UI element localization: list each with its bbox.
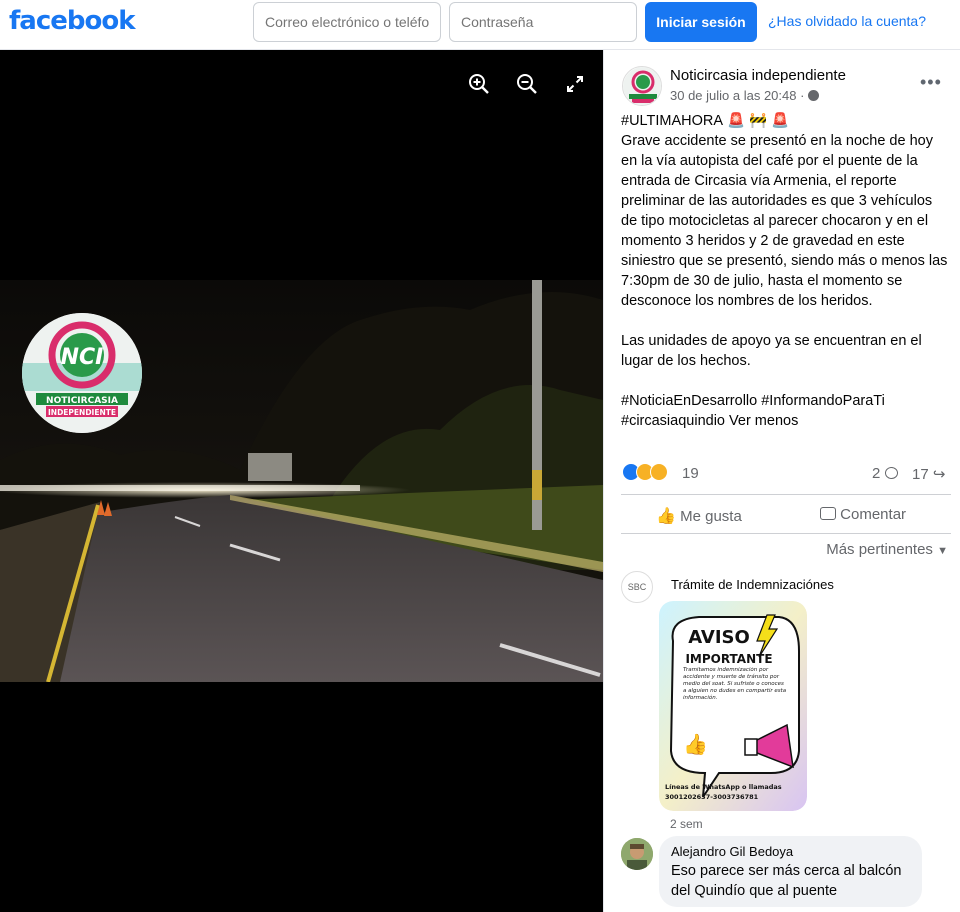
comment-bubble-icon xyxy=(820,507,836,520)
page-name[interactable]: Noticircasia independiente xyxy=(670,67,846,84)
share-icon: ↪ xyxy=(932,466,946,483)
comment-bubble: Alejandro Gil Bedoya Eso parece ser más … xyxy=(659,836,922,907)
nci-watermark: NCI NOTICIRCASIA INDEPENDIENTE xyxy=(22,313,142,433)
svg-text:INDEPENDIENTE: INDEPENDIENTE xyxy=(48,408,116,417)
divider xyxy=(621,533,951,534)
shares-count[interactable]: 17 ↪ xyxy=(912,465,945,483)
svg-text:AVISO: AVISO xyxy=(688,627,750,648)
sad-reaction-icon xyxy=(650,463,668,481)
post-panel: Noticircasia independiente 30 de julio a… xyxy=(603,50,960,912)
post-text: #ULTIMAHORA 🚨 🚧 🚨 Grave accidente se pre… xyxy=(621,113,948,429)
svg-text:IMPORTANTE: IMPORTANTE xyxy=(685,652,772,666)
zoom-out-icon[interactable] xyxy=(515,72,539,96)
thumbs-up-icon: 👍 xyxy=(656,508,676,525)
comment-time[interactable]: 2 sem xyxy=(670,817,703,831)
svg-text:NOTICIRCASIA: NOTICIRCASIA xyxy=(46,396,118,406)
badge-text: NCI xyxy=(61,345,104,370)
post-time[interactable]: 30 de julio a las 20:48 · xyxy=(670,88,820,103)
comment-button[interactable]: Comentar xyxy=(820,506,906,528)
svg-text:Líneas de WhatsApp o llamadas: Líneas de WhatsApp o llamadas xyxy=(665,783,782,791)
email-field[interactable] xyxy=(253,2,441,42)
login-button[interactable]: Iniciar sesión xyxy=(645,2,757,42)
more-options-icon[interactable]: ••• xyxy=(920,72,942,93)
top-bar: facebook Iniciar sesión ¿Has olvidado la… xyxy=(0,0,960,50)
commenter-name[interactable]: Alejandro Gil Bedoya xyxy=(671,844,793,859)
forgot-account-link[interactable]: ¿Has olvidado la cuenta? xyxy=(768,13,926,29)
comment-image[interactable]: AVISO IMPORTANTE Tramitamos indemnizació… xyxy=(659,601,807,811)
like-button[interactable]: 👍 Me gusta xyxy=(656,506,742,528)
divider xyxy=(621,494,951,495)
facebook-logo[interactable]: facebook xyxy=(9,6,136,36)
comment-text: Eso parece ser más cerca al balcón del Q… xyxy=(671,863,902,899)
zoom-in-icon[interactable] xyxy=(467,72,491,96)
svg-text:👍: 👍 xyxy=(683,732,708,756)
comment-icon xyxy=(884,467,898,479)
comment-sort-dropdown[interactable]: Más pertinentes ▼ xyxy=(826,541,948,558)
commenter-avatar[interactable] xyxy=(621,838,653,870)
aviso-graphic: AVISO IMPORTANTE Tramitamos indemnizació… xyxy=(659,601,807,811)
caret-down-icon: ▼ xyxy=(937,545,948,557)
reactions-count: 19 xyxy=(682,465,699,482)
svg-text:3001202637-3003736781: 3001202637-3003736781 xyxy=(665,793,759,801)
post-photo[interactable]: NCI NOTICIRCASIA INDEPENDIENTE xyxy=(0,280,603,682)
password-field[interactable] xyxy=(449,2,637,42)
page-avatar[interactable] xyxy=(622,66,662,106)
media-viewer: NCI NOTICIRCASIA INDEPENDIENTE xyxy=(0,50,603,912)
comments-count[interactable]: 2 xyxy=(872,465,898,482)
fullscreen-icon[interactable] xyxy=(563,72,587,96)
commenter-name[interactable]: Trámite de Indemnizaciónes xyxy=(671,577,834,592)
globe-icon xyxy=(808,90,820,101)
commenter-avatar[interactable]: SBC xyxy=(621,571,653,603)
